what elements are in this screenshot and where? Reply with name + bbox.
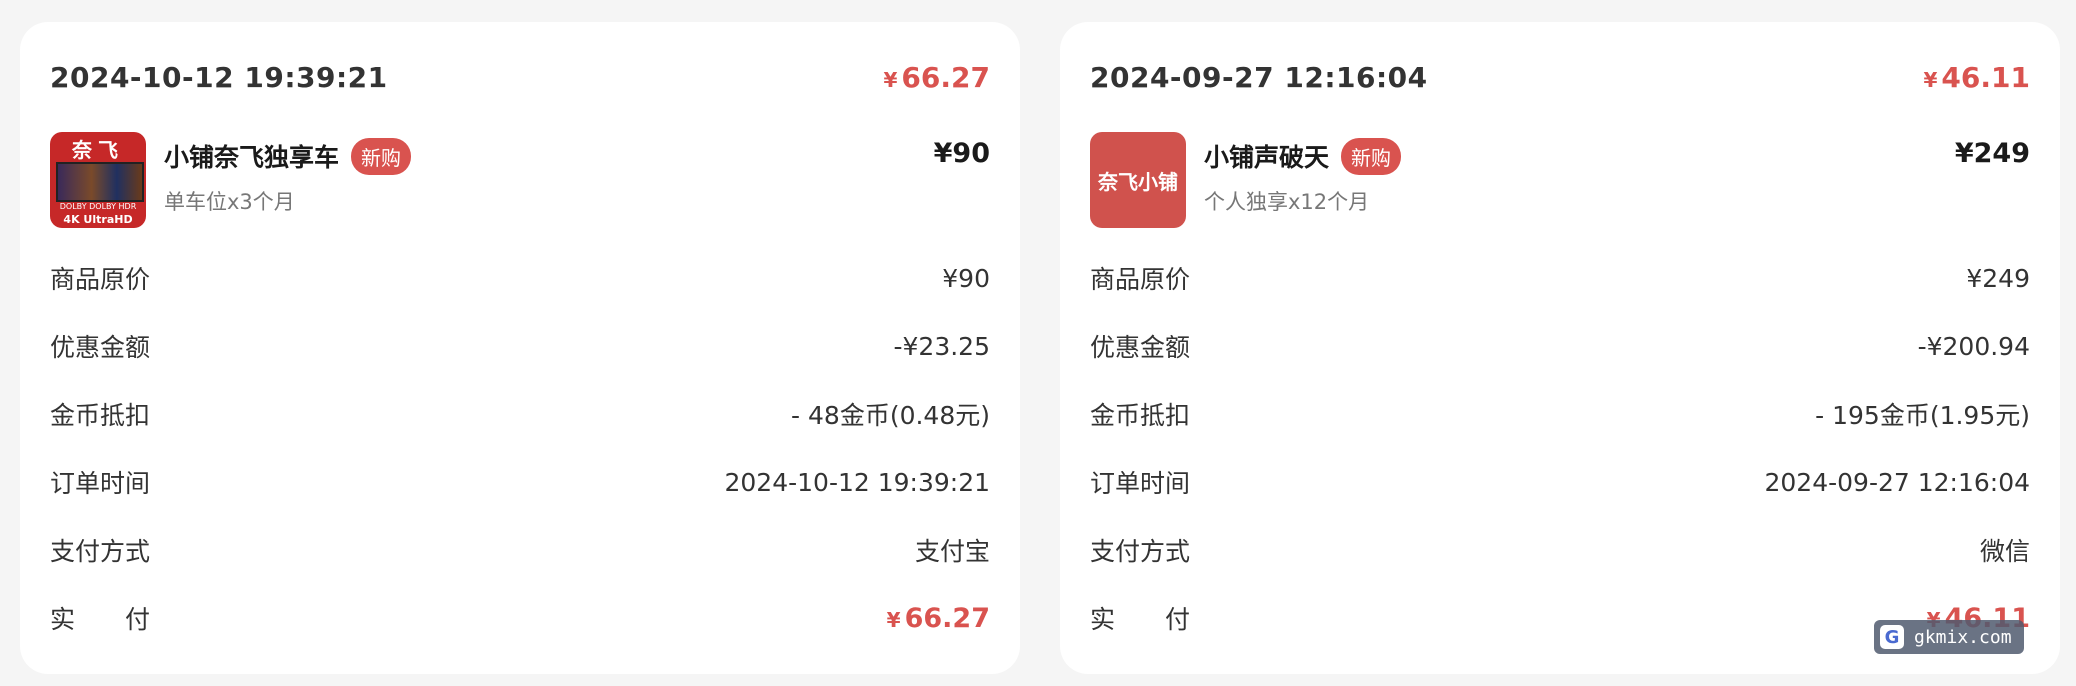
order-total-value: 66.27	[901, 60, 990, 94]
payment-method-row: 支付方式 微信	[1090, 516, 2030, 584]
thumb-bottom: 4K UltraHD	[63, 213, 133, 226]
order-total-value: 46.11	[1941, 60, 2030, 94]
product-info: 小铺声破天 新购 个人独享x12个月	[1204, 132, 2030, 216]
amount-paid-label: 实 付	[1090, 605, 1191, 634]
logo-text: 奈飞小铺	[1098, 169, 1178, 194]
site-watermark: G gkmix.com	[1874, 620, 2024, 654]
nfx-shop-logo-icon: 奈飞小铺	[1090, 132, 1186, 228]
amount-paid-number: 66.27	[904, 602, 990, 634]
order-time-row: 订单时间 2024-09-27 12:16:04	[1090, 448, 2030, 516]
payment-method-label: 支付方式	[1090, 537, 1191, 566]
product-price: ¥90	[933, 138, 990, 169]
thumb-tags: DOLBY DOLBY HDR	[59, 202, 137, 211]
product-name-row: 小铺声破天 新购	[1204, 132, 2030, 180]
discount-row: 优惠金额 -¥23.25	[50, 312, 990, 380]
order-time-value: 2024-09-27 12:16:04	[1764, 467, 2030, 497]
product-name: 小铺奈飞独享车	[164, 143, 340, 172]
discount-value: -¥23.25	[893, 331, 991, 361]
product-spec: 单车位x3个月	[164, 190, 295, 214]
discount-label: 优惠金额	[1090, 333, 1191, 362]
currency-symbol: ¥	[883, 67, 898, 92]
new-purchase-badge: 新购	[1341, 137, 1402, 175]
coins-label: 金币抵扣	[50, 401, 151, 430]
order-total: ¥46.11	[1924, 61, 2031, 94]
site-logo-icon: G	[1880, 625, 1904, 649]
product-name-row: 小铺奈飞独享车 新购	[164, 132, 990, 180]
order-time-value: 2024-10-12 19:39:21	[724, 467, 990, 497]
original-price-label: 商品原价	[50, 265, 151, 294]
amount-paid-row: 实 付 ¥66.27	[50, 584, 990, 652]
order-date: 2024-10-12 19:39:21	[50, 60, 388, 94]
original-price-value: ¥90	[942, 263, 990, 293]
order-header: 2024-10-12 19:39:21 ¥66.27	[50, 22, 990, 132]
order-card-2[interactable]: 2024-09-27 12:16:04 ¥46.11 奈飞小铺 小铺声破天 新购…	[1060, 22, 2060, 674]
original-price-row: 商品原价 ¥90	[50, 244, 990, 312]
currency-symbol: ¥	[1923, 67, 1938, 92]
payment-method-value: 支付宝	[914, 537, 990, 566]
payment-method-row: 支付方式 支付宝	[50, 516, 990, 584]
coins-value: - 195金币(1.95元)	[1815, 401, 2030, 430]
amount-paid-value: ¥66.27	[887, 603, 990, 634]
new-purchase-badge: 新购	[351, 137, 412, 175]
order-total: ¥66.27	[884, 61, 991, 94]
thumb-title: 奈飞	[72, 138, 124, 162]
product-info: 小铺奈飞独享车 新购 单车位x3个月	[164, 132, 990, 216]
currency-symbol: ¥	[886, 607, 901, 632]
watermark-text: gkmix.com	[1914, 626, 2012, 648]
order-time-row: 订单时间 2024-10-12 19:39:21	[50, 448, 990, 516]
discount-row: 优惠金额 -¥200.94	[1090, 312, 2030, 380]
product-spec: 个人独享x12个月	[1204, 190, 1370, 214]
coins-row: 金币抵扣 - 48金币(0.48元)	[50, 380, 990, 448]
original-price-row: 商品原价 ¥249	[1090, 244, 2030, 312]
coins-label: 金币抵扣	[1090, 401, 1191, 430]
original-price-value: ¥249	[1966, 263, 2030, 293]
order-header: 2024-09-27 12:16:04 ¥46.11	[1090, 22, 2030, 132]
payment-method-label: 支付方式	[50, 537, 151, 566]
tv-screen	[56, 162, 144, 202]
payment-method-value: 微信	[1979, 537, 2030, 566]
order-time-label: 订单时间	[1090, 469, 1191, 498]
original-price-label: 商品原价	[1090, 265, 1191, 294]
coins-row: 金币抵扣 - 195金币(1.95元)	[1090, 380, 2030, 448]
product-row[interactable]: 奈飞小铺 小铺声破天 新购 个人独享x12个月 ¥249	[1090, 132, 2030, 244]
discount-label: 优惠金额	[50, 333, 151, 362]
nfx-4k-tv-thumbnail-icon: 奈飞 DOLBY DOLBY HDR 4K UltraHD	[50, 132, 146, 228]
product-price: ¥249	[1954, 138, 2030, 169]
amount-paid-label: 实 付	[50, 605, 151, 634]
product-row[interactable]: 奈飞 DOLBY DOLBY HDR 4K UltraHD 小铺奈飞独享车 新购…	[50, 132, 990, 244]
discount-value: -¥200.94	[1917, 331, 2030, 361]
product-name: 小铺声破天	[1204, 143, 1330, 172]
coins-value: - 48金币(0.48元)	[791, 401, 990, 430]
order-time-label: 订单时间	[50, 469, 151, 498]
order-date: 2024-09-27 12:16:04	[1090, 60, 1428, 94]
order-card-1[interactable]: 2024-10-12 19:39:21 ¥66.27 奈飞 DOLBY DOLB…	[20, 22, 1020, 674]
